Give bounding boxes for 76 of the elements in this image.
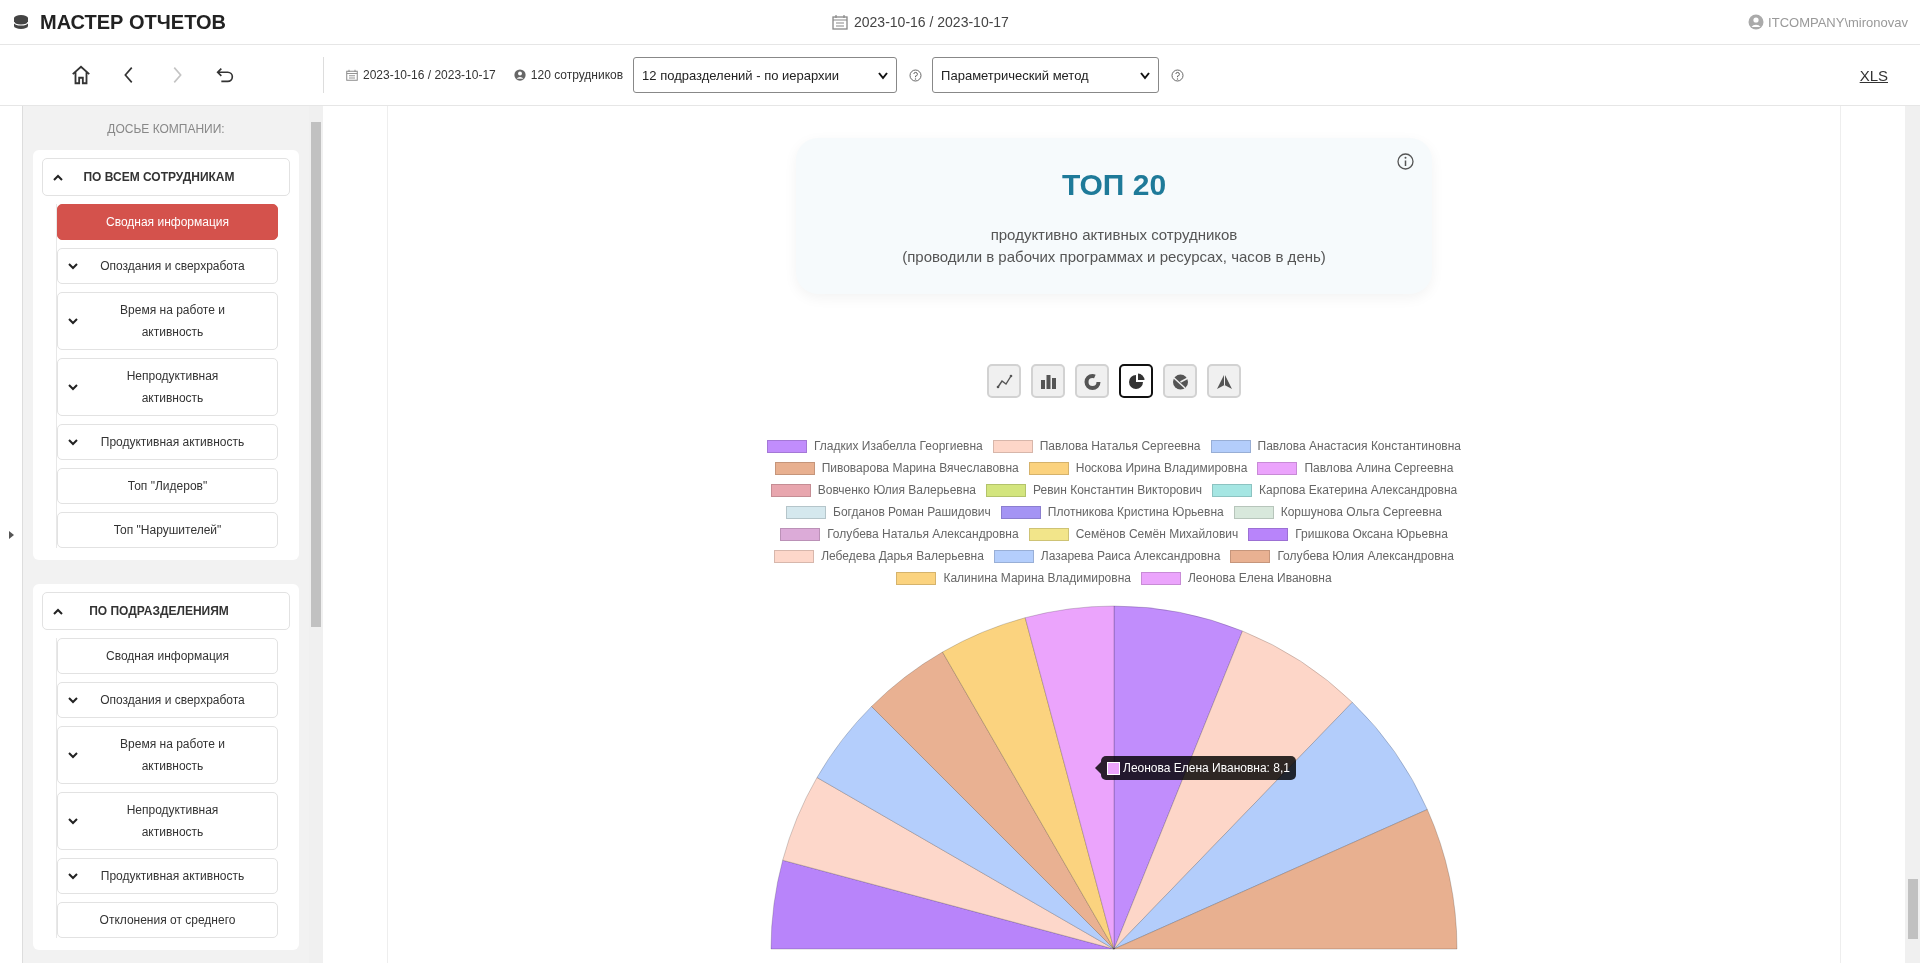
chevron-up-icon <box>53 173 63 181</box>
caret-icon <box>878 70 889 80</box>
legend-label[interactable]: Богданов Роман Рашидович <box>833 505 991 519</box>
legend-label[interactable]: Голубева Юлия Александровна <box>1277 549 1454 563</box>
calendar-icon <box>346 69 358 81</box>
legend-label[interactable]: Лебедева Дарья Валерьевна <box>821 549 984 563</box>
radar-chart-icon <box>1214 371 1234 391</box>
legend-label[interactable]: Калинина Марина Владимировна <box>943 571 1131 585</box>
report-subtitle: (проводили в рабочих программах и ресурсах, часов в день) <box>902 247 1326 267</box>
expand-arrow-icon[interactable] <box>8 530 14 539</box>
menu-item[interactable]: Топ "Нарушителей" <box>57 512 278 548</box>
legend-label[interactable]: Гладких Изабелла Георгиевна <box>813 439 983 453</box>
legend-label[interactable]: Вовченко Юлия Валерьевна <box>817 483 976 497</box>
report-title: ТОП 20 <box>1061 168 1167 202</box>
info-icon[interactable] <box>1397 153 1414 170</box>
chevron-up-icon <box>53 607 63 615</box>
tooltip-text: Леонова Елена Ивановна: 8,1 <box>1123 761 1290 775</box>
home-icon <box>69 64 92 86</box>
legend-label[interactable]: Пивоварова Марина Вячеславовна <box>821 461 1019 475</box>
legend-label[interactable]: Семёнов Семён Михайлович <box>1075 527 1239 541</box>
sidebar-title: ДОСЬЕ КОМПАНИИ: <box>106 121 226 138</box>
menu-item[interactable]: Продуктивная активность <box>57 424 278 460</box>
chevron-down-icon <box>68 817 78 825</box>
period-text: 2023-10-16 / 2023-10-17 <box>854 14 1009 30</box>
section-header[interactable]: ПО ПОДРАЗДЕЛЕНИЯМ <box>42 592 290 630</box>
menu-item[interactable]: Непродуктивная активность <box>57 792 278 850</box>
user-icon <box>513 69 526 81</box>
legend-label[interactable]: Карпова Екатерина Александровна <box>1259 483 1458 497</box>
database-icon <box>12 13 30 31</box>
menu-item[interactable]: Время на работе и активность <box>57 292 278 350</box>
chevron-down-icon <box>68 696 78 704</box>
legend-label[interactable]: Ревин Константин Викторович <box>1033 483 1203 497</box>
menu-item[interactable]: Сводная информация <box>57 204 278 240</box>
chevron-down-icon <box>68 751 78 759</box>
legend-label[interactable]: Носкова Ирина Владимировна <box>1075 461 1248 475</box>
user-icon <box>1748 14 1765 30</box>
chevron-down-icon <box>68 383 78 391</box>
scrollbar[interactable] <box>1905 106 1920 963</box>
help-icon[interactable] <box>1171 68 1185 82</box>
legend-label[interactable]: Павлова Алина Сергеевна <box>1304 461 1454 475</box>
export-link[interactable]: XLS <box>1859 66 1888 84</box>
donut-chart-icon <box>1082 371 1102 391</box>
menu-item[interactable]: Непродуктивная активность <box>57 358 278 416</box>
chart-type-button[interactable] <box>1119 364 1153 398</box>
legend-label[interactable]: Голубева Наталья Александровна <box>827 527 1019 541</box>
legend-label[interactable]: Гришкова Оксана Юрьевна <box>1295 527 1448 541</box>
chevron-down-icon <box>68 262 78 270</box>
menu-item[interactable]: Продуктивная активность <box>57 858 278 894</box>
menu-item[interactable]: Опоздания и сверхработа <box>57 248 278 284</box>
pie-slice[interactable] <box>1113 701 1428 950</box>
legend-label[interactable]: Леонова Елена Ивановна <box>1187 571 1332 585</box>
calendar-icon <box>832 14 848 30</box>
period-text: 2023-10-16 / 2023-10-17 <box>363 68 496 82</box>
menu-item[interactable]: Опоздания и сверхработа <box>57 682 278 718</box>
user-name: ITCOMPANY\mironovav <box>1768 14 1908 30</box>
legend-label[interactable]: Павлова Анастасия Константиновна <box>1257 439 1461 453</box>
app-title: МАСТЕР ОТЧЕТОВ <box>40 10 226 34</box>
method-dropdown[interactable]: Параметрический метод <box>932 57 1160 93</box>
menu-item[interactable]: Топ "Лидеров" <box>57 468 278 504</box>
employee-count: 120 сотрудников <box>530 68 624 82</box>
menu-item[interactable]: Сводная информация <box>57 638 278 674</box>
legend-label[interactable]: Коршунова Ольга Сергеевна <box>1280 505 1442 519</box>
chevron-down-icon <box>68 317 78 325</box>
caret-icon <box>1140 70 1151 80</box>
pie-chart-icon <box>1126 371 1146 391</box>
menu-item[interactable]: Время на работе и активность <box>57 726 278 784</box>
division-dropdown[interactable]: 12 подразделений - по иерархии <box>633 57 898 93</box>
legend-label[interactable]: Павлова Наталья Сергеевна <box>1039 439 1201 453</box>
chevron-down-icon <box>68 872 78 880</box>
report-subtitle: продуктивно активных сотрудников <box>990 225 1238 245</box>
chevron-down-icon <box>68 438 78 446</box>
menu-item[interactable]: Отклонения от среднего <box>57 902 278 938</box>
legend-label[interactable]: Лазарева Раиса Александровна <box>1040 549 1221 563</box>
help-icon[interactable] <box>909 68 923 82</box>
section-header[interactable]: ПО ВСЕМ СОТРУДНИКАМ <box>42 158 290 196</box>
legend-label[interactable]: Плотникова Кристина Юрьевна <box>1047 505 1224 519</box>
